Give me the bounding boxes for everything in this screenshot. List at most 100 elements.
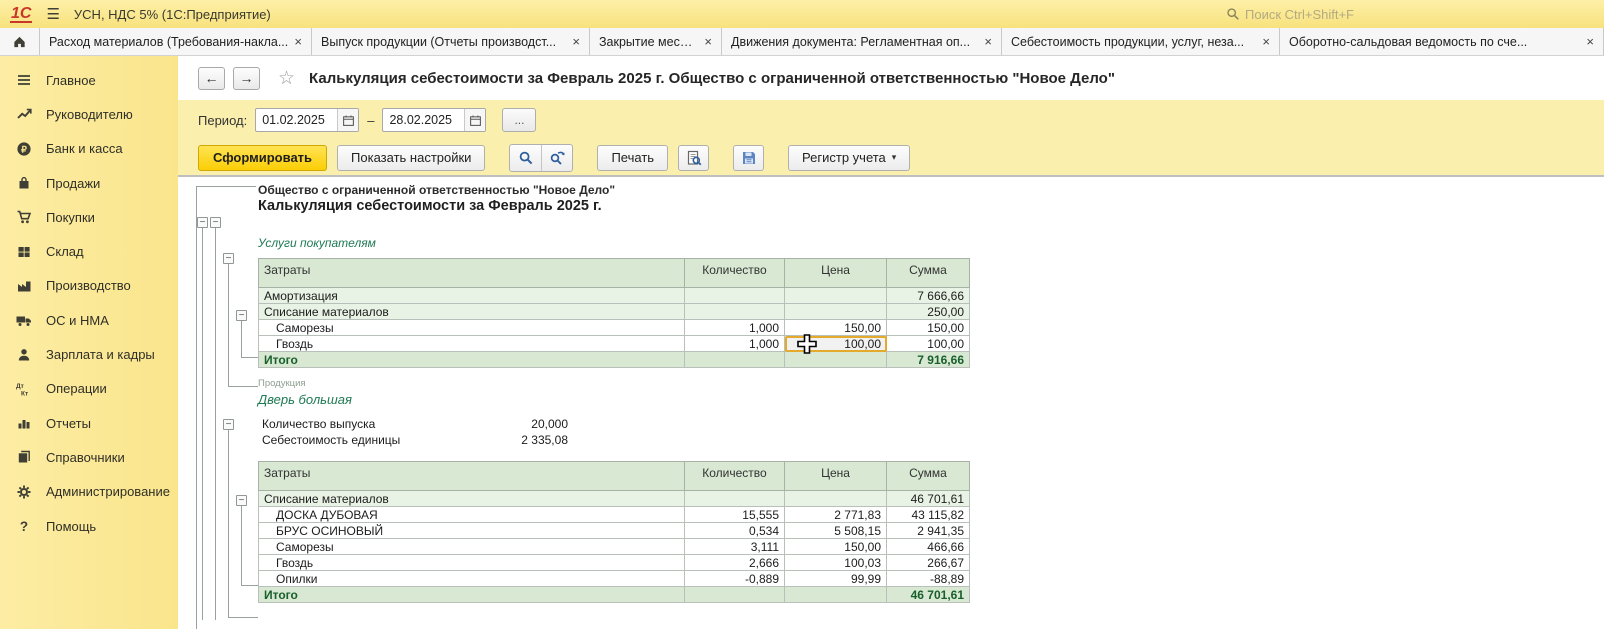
- column-header[interactable]: Количество: [685, 462, 785, 491]
- cell-qty[interactable]: 1,000: [685, 320, 785, 336]
- collapse-button[interactable]: [223, 419, 234, 430]
- sidebar-item-question[interactable]: ? Помощь: [0, 509, 178, 543]
- home-tab[interactable]: [0, 28, 40, 55]
- cell-sum[interactable]: 46 701,61: [887, 587, 970, 603]
- tab-close-icon[interactable]: ×: [1262, 35, 1270, 48]
- global-search[interactable]: Поиск Ctrl+Shift+F: [1226, 7, 1594, 22]
- column-header[interactable]: Затраты: [259, 462, 685, 491]
- info-value[interactable]: 2 335,08: [521, 433, 568, 447]
- cell-name[interactable]: Списание материалов: [259, 491, 685, 507]
- cell-sum[interactable]: 266,67: [887, 555, 970, 571]
- cell-qty[interactable]: [685, 352, 785, 368]
- cell-qty[interactable]: 2,666: [685, 555, 785, 571]
- cell-qty[interactable]: 3,111: [685, 539, 785, 555]
- info-value[interactable]: 20,000: [531, 417, 568, 431]
- cell-price[interactable]: [785, 288, 887, 304]
- sidebar-item-cart[interactable]: Покупки: [0, 200, 178, 234]
- cell-qty[interactable]: [685, 587, 785, 603]
- cell-qty[interactable]: 15,555: [685, 507, 785, 523]
- sidebar-item-chart[interactable]: Отчеты: [0, 406, 178, 440]
- cell-sum[interactable]: 46 701,61: [887, 491, 970, 507]
- collapse-button[interactable]: [197, 217, 208, 228]
- sidebar-item-dtkt[interactable]: ДтКт Операции: [0, 372, 178, 406]
- cell-price[interactable]: 150,00: [785, 539, 887, 555]
- cell-sum[interactable]: 250,00: [887, 304, 970, 320]
- document-tab[interactable]: Расход материалов (Требования-накла... ×: [40, 28, 312, 55]
- cell-price[interactable]: [785, 304, 887, 320]
- cell-sum[interactable]: 43 115,82: [887, 507, 970, 523]
- generate-button[interactable]: Сформировать: [198, 145, 327, 171]
- show-settings-button[interactable]: Показать настройки: [337, 145, 485, 171]
- cell-name[interactable]: Саморезы: [259, 320, 685, 336]
- print-button[interactable]: Печать: [597, 145, 668, 171]
- product-name[interactable]: Дверь большая: [258, 392, 352, 407]
- sidebar-item-trend[interactable]: Руководителю: [0, 97, 178, 131]
- cell-name[interactable]: Итого: [259, 587, 685, 603]
- cell-qty[interactable]: 1,000: [685, 336, 785, 352]
- column-header[interactable]: Количество: [685, 259, 785, 288]
- cell-price[interactable]: 99,99: [785, 571, 887, 587]
- cell-name[interactable]: Списание материалов: [259, 304, 685, 320]
- cell-name[interactable]: Амортизация: [259, 288, 685, 304]
- document-tab[interactable]: Выпуск продукции (Отчеты производст... ×: [312, 28, 590, 55]
- find-button[interactable]: [510, 145, 541, 171]
- sidebar-item-ruble[interactable]: ₽ Банк и касса: [0, 132, 178, 166]
- tab-close-icon[interactable]: ×: [294, 35, 302, 48]
- period-from-field[interactable]: 01.02.2025: [255, 108, 359, 132]
- collapse-button[interactable]: [223, 253, 234, 264]
- column-header[interactable]: Сумма: [887, 462, 970, 491]
- document-tab[interactable]: Себестоимость продукции, услуг, неза... …: [1002, 28, 1280, 55]
- collapse-button[interactable]: [236, 495, 247, 506]
- cell-qty[interactable]: -0,889: [685, 571, 785, 587]
- cell-name[interactable]: Опилки: [259, 571, 685, 587]
- sidebar-item-warehouse[interactable]: Склад: [0, 234, 178, 268]
- cell-sum[interactable]: 7 916,66: [887, 352, 970, 368]
- cell-qty[interactable]: [685, 288, 785, 304]
- sidebar-item-books[interactable]: Справочники: [0, 440, 178, 474]
- main-menu-icon[interactable]: ☰: [46, 5, 59, 23]
- cell-qty[interactable]: 0,534: [685, 523, 785, 539]
- cell-qty[interactable]: [685, 491, 785, 507]
- cell-name[interactable]: Гвоздь: [259, 555, 685, 571]
- column-header[interactable]: Затраты: [259, 259, 685, 288]
- period-to-value[interactable]: 28.02.2025: [383, 113, 464, 127]
- cell-name[interactable]: БРУС ОСИНОВЫЙ: [259, 523, 685, 539]
- period-more-button[interactable]: ...: [502, 108, 536, 132]
- cell-name[interactable]: ДОСКА ДУБОВАЯ: [259, 507, 685, 523]
- sidebar-item-person[interactable]: Зарплата и кадры: [0, 337, 178, 371]
- cell-name[interactable]: Саморезы: [259, 539, 685, 555]
- column-header[interactable]: Цена: [785, 259, 887, 288]
- cell-price[interactable]: [785, 491, 887, 507]
- sidebar-item-factory[interactable]: Производство: [0, 269, 178, 303]
- cell-sum[interactable]: 466,66: [887, 539, 970, 555]
- cell-sum[interactable]: -88,89: [887, 571, 970, 587]
- cell-sum[interactable]: 100,00: [887, 336, 970, 352]
- cell-sum[interactable]: 2 941,35: [887, 523, 970, 539]
- collapse-button[interactable]: [210, 217, 221, 228]
- cell-price[interactable]: 2 771,83: [785, 507, 887, 523]
- calendar-icon[interactable]: [464, 109, 485, 131]
- sidebar-item-menu[interactable]: Главное: [0, 63, 178, 97]
- favorite-star-icon[interactable]: ☆: [278, 67, 295, 90]
- report-heading[interactable]: Калькуляция себестоимости за Февраль 202…: [258, 198, 602, 214]
- document-tab[interactable]: Движения документа: Регламентная оп... ×: [722, 28, 1002, 55]
- tab-close-icon[interactable]: ×: [984, 35, 992, 48]
- organization-name[interactable]: Общество с ограниченной ответственностью…: [258, 183, 615, 197]
- find-next-button[interactable]: [541, 145, 572, 171]
- period-to-field[interactable]: 28.02.2025: [382, 108, 486, 132]
- cell-price[interactable]: 5 508,15: [785, 523, 887, 539]
- print-preview-button[interactable]: [678, 145, 709, 171]
- sidebar-item-truck[interactable]: ОС и НМА: [0, 303, 178, 337]
- collapse-button[interactable]: [236, 310, 247, 321]
- register-menu-button[interactable]: Регистр учета ▾: [788, 145, 910, 171]
- period-from-value[interactable]: 01.02.2025: [256, 113, 337, 127]
- forward-button[interactable]: →: [233, 67, 260, 90]
- cell-price[interactable]: [785, 587, 887, 603]
- back-button[interactable]: ←: [198, 67, 225, 90]
- calendar-icon[interactable]: [337, 109, 358, 131]
- tab-close-icon[interactable]: ×: [704, 35, 712, 48]
- column-header[interactable]: Цена: [785, 462, 887, 491]
- tab-close-icon[interactable]: ×: [572, 35, 580, 48]
- cell-sum[interactable]: 150,00: [887, 320, 970, 336]
- cell-price[interactable]: 100,03: [785, 555, 887, 571]
